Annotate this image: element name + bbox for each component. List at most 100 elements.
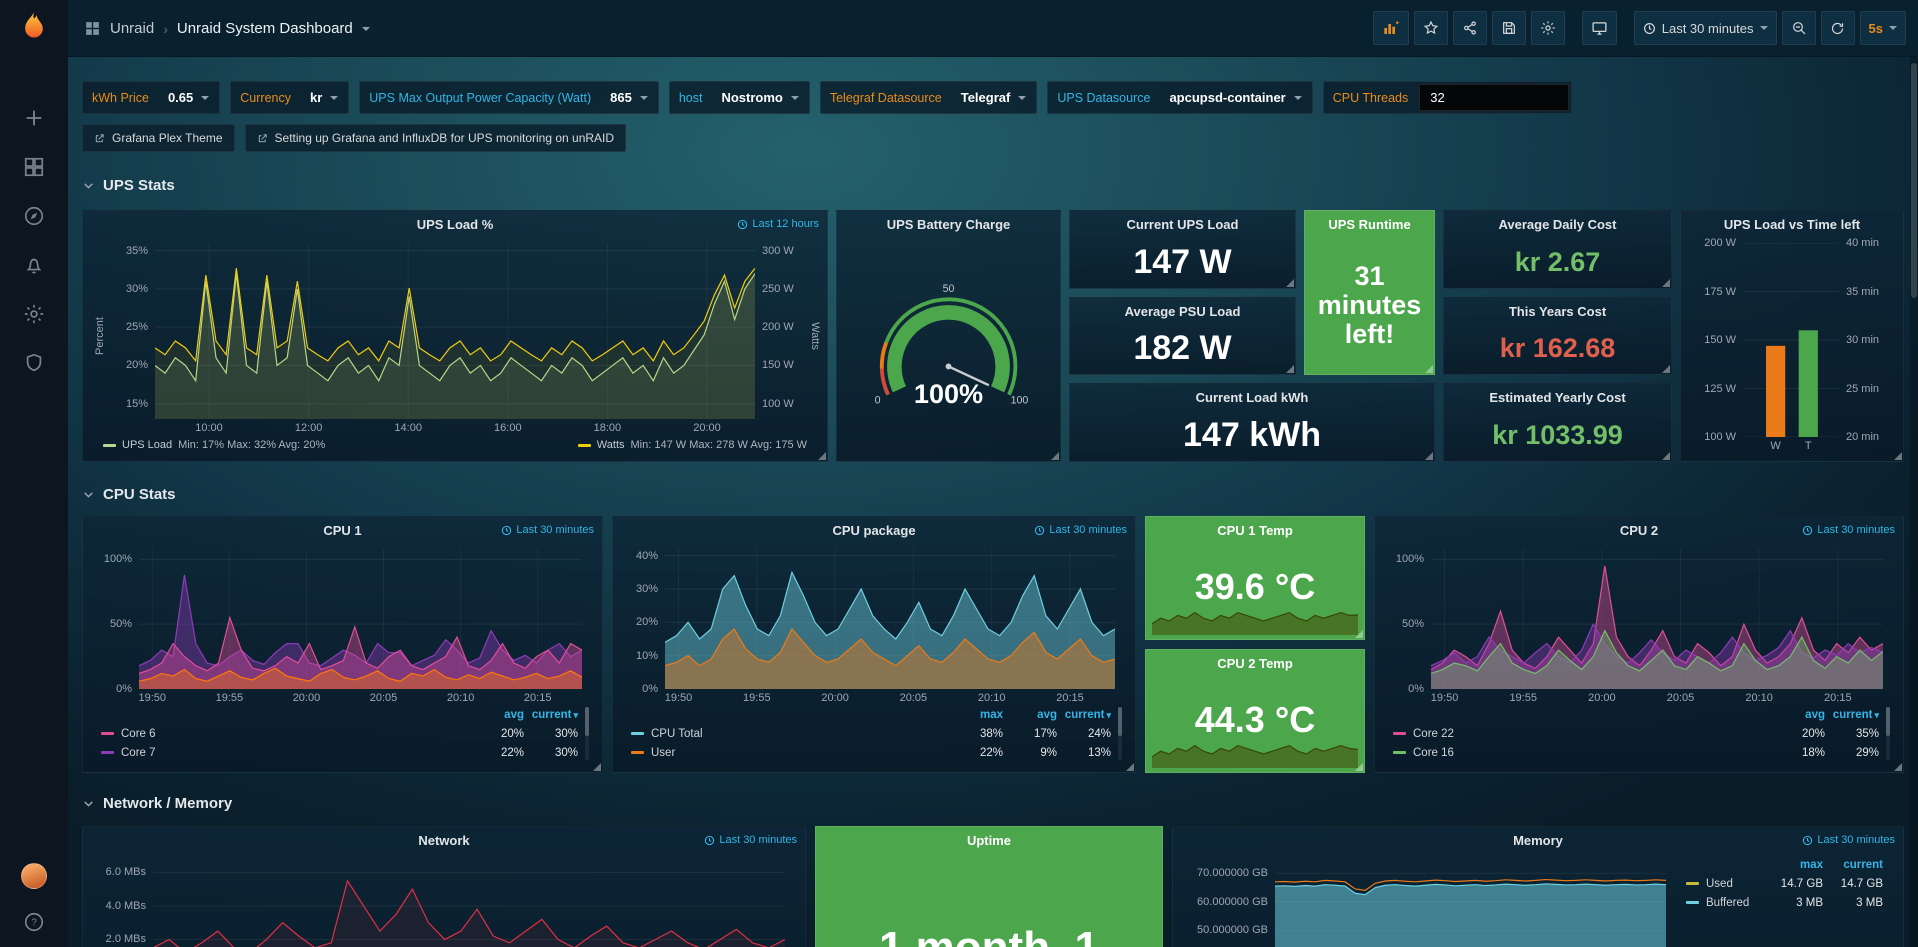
page-scrollbar[interactable] — [1910, 57, 1918, 947]
x-tick-label: 20:15 — [524, 692, 552, 704]
memory-chart: 70.000000 GB60.000000 GB50.000000 GBmaxc… — [1183, 853, 1893, 947]
legend-scrollbar[interactable] — [585, 707, 589, 760]
chart-legend: maxavgcurrent▾CPU Total38%17%24%User22%9… — [623, 705, 1125, 764]
gauge-value: 100% — [914, 379, 983, 409]
dashboard-link-1[interactable]: Setting up Grafana and InfluxDB for UPS … — [245, 124, 627, 152]
legend-column-header[interactable]: max — [1763, 859, 1823, 871]
legend-series-name[interactable]: User — [651, 747, 675, 759]
row-header-cpu-stats[interactable]: CPU Stats — [82, 483, 1904, 505]
scrollbar-thumb[interactable] — [1911, 63, 1917, 298]
explore-compass-icon[interactable] — [21, 203, 47, 229]
panel-title[interactable]: UPS Runtime — [1305, 217, 1434, 232]
alerting-bell-icon[interactable] — [21, 252, 47, 278]
panel-title[interactable]: Memory — [1173, 833, 1903, 848]
dashboard-link-0[interactable]: Grafana Plex Theme — [82, 124, 235, 152]
zoom-out-button[interactable] — [1782, 11, 1816, 45]
legend-value: 35% — [1825, 728, 1879, 740]
panel-title[interactable]: Current Load kWh — [1070, 390, 1434, 405]
legend-column-header[interactable]: avg — [1003, 709, 1057, 721]
variable-value-host[interactable]: Nostromo — [711, 82, 808, 113]
variable-value-ups-max-output-power-capacity-watt[interactable]: 865 — [600, 82, 658, 113]
panel-title[interactable]: CPU 1 Temp — [1146, 523, 1364, 538]
y-tick-label: 0% — [116, 683, 132, 695]
row-header-network-memory[interactable]: Network / Memory — [82, 792, 1904, 814]
time-picker-button[interactable]: Last 30 minutes — [1634, 11, 1777, 45]
panel-title[interactable]: Uptime — [816, 833, 1162, 848]
share-icon — [1462, 20, 1478, 36]
panel-estimated-yearly-cost: Estimated Yearly Cost kr 1033.99 — [1443, 383, 1672, 462]
legend-series-name[interactable]: Core 22 — [1413, 728, 1454, 740]
row-header-ups-stats[interactable]: UPS Stats — [82, 174, 1904, 196]
breadcrumb-app[interactable]: Unraid — [110, 20, 154, 37]
variable-value-currency[interactable]: kr — [300, 82, 348, 113]
ups-stats-row: UPS Load % Last 12 hours PercentWatts35%… — [82, 210, 1904, 462]
star-button[interactable] — [1414, 11, 1448, 45]
dashboards-icon[interactable] — [21, 154, 47, 180]
panel-title[interactable]: Average Daily Cost — [1444, 217, 1671, 232]
add-panel-button[interactable] — [1373, 11, 1409, 45]
panel-title[interactable]: This Years Cost — [1444, 304, 1671, 319]
stat-value: 147 W — [1070, 237, 1295, 288]
legend-series-name[interactable]: Watts — [597, 439, 625, 451]
avatar[interactable] — [21, 863, 47, 889]
panel-title[interactable]: Average PSU Load — [1070, 304, 1295, 319]
legend-scrollbar[interactable] — [1886, 707, 1890, 760]
page-title[interactable]: Unraid System Dashboard — [177, 20, 353, 37]
panel-title[interactable]: Estimated Yearly Cost — [1444, 390, 1671, 405]
time-override: Last 12 hours — [737, 218, 819, 230]
refresh-button[interactable] — [1821, 11, 1855, 45]
legend-header-row: maxavgcurrent▾ — [631, 705, 1111, 724]
panel-title[interactable]: Current UPS Load — [1070, 217, 1295, 232]
x-tick-label: 20:05 — [900, 692, 928, 704]
legend-column-header[interactable]: current▾ — [1057, 709, 1111, 721]
panel-title[interactable]: UPS Battery Charge — [837, 217, 1060, 232]
configuration-gear-icon[interactable] — [21, 301, 47, 327]
share-button[interactable] — [1453, 11, 1487, 45]
variable-value-ups-datasource[interactable]: apcupsd-container — [1159, 82, 1311, 113]
refresh-interval-button[interactable]: 5s — [1860, 11, 1906, 45]
legend-series-color — [101, 751, 114, 754]
plot-canvas — [153, 859, 785, 947]
legend-series-name[interactable]: Buffered — [1706, 897, 1749, 909]
panel-title[interactable]: CPU 2 Temp — [1146, 656, 1364, 671]
legend-value: 14.7 GB — [1823, 878, 1883, 890]
chevron-down-icon[interactable] — [362, 27, 370, 31]
legend-series-name[interactable]: Core 6 — [121, 728, 156, 740]
y-axis-left: 100%50%0% — [93, 549, 139, 689]
legend-series-name[interactable]: Core 7 — [121, 747, 156, 759]
legend-column-header[interactable]: current▾ — [1825, 709, 1879, 721]
cpu-temp-panels: CPU 1 Temp 39.6 °C CPU 2 Temp 44.3 °C — [1145, 516, 1365, 773]
legend-series-name[interactable]: Used — [1706, 878, 1733, 890]
x-tick-label: W — [1770, 440, 1780, 452]
save-button[interactable] — [1492, 11, 1526, 45]
legend-series-name[interactable]: CPU Total — [651, 728, 703, 740]
legend-scrollbar-thumb[interactable] — [585, 707, 589, 736]
grafana-logo[interactable] — [17, 11, 51, 45]
server-admin-shield-icon[interactable] — [21, 350, 47, 376]
legend-series-color — [1393, 751, 1406, 754]
legend-scrollbar[interactable] — [1118, 707, 1122, 760]
kiosk-mode-button[interactable] — [1582, 11, 1617, 45]
legend-series-name[interactable]: UPS Load — [122, 439, 172, 451]
panel-title[interactable]: UPS Load % — [83, 217, 827, 232]
legend-column-header[interactable]: current — [1823, 859, 1883, 871]
help-icon[interactable]: ? — [21, 909, 47, 935]
row-title: UPS Stats — [103, 177, 175, 194]
legend-column-header[interactable]: max — [949, 709, 1003, 721]
variable-value-telegraf-datasource[interactable]: Telegraf — [951, 82, 1037, 113]
dashboard-settings-button[interactable] — [1531, 11, 1565, 45]
variable-input-cpu-threads[interactable]: 32 — [1419, 84, 1569, 111]
legend-column-header[interactable]: avg — [1771, 709, 1825, 721]
legend-series-name[interactable]: Core 16 — [1413, 747, 1454, 759]
stat-value: 39.6 °C — [1146, 535, 1364, 639]
add-icon[interactable] — [21, 105, 47, 131]
legend-scrollbar-thumb[interactable] — [1118, 707, 1122, 736]
legend-scrollbar-thumb[interactable] — [1886, 707, 1890, 736]
panel-title[interactable]: Network — [83, 833, 805, 848]
legend-column-header[interactable]: avg — [470, 709, 524, 721]
y-tick-label: 50.000000 GB — [1197, 924, 1268, 936]
variable-value-kwh-price[interactable]: 0.65 — [158, 82, 219, 113]
chevron-down-icon — [640, 96, 648, 100]
legend-column-header[interactable]: current▾ — [524, 709, 578, 721]
panel-title[interactable]: UPS Load vs Time left — [1681, 217, 1903, 232]
